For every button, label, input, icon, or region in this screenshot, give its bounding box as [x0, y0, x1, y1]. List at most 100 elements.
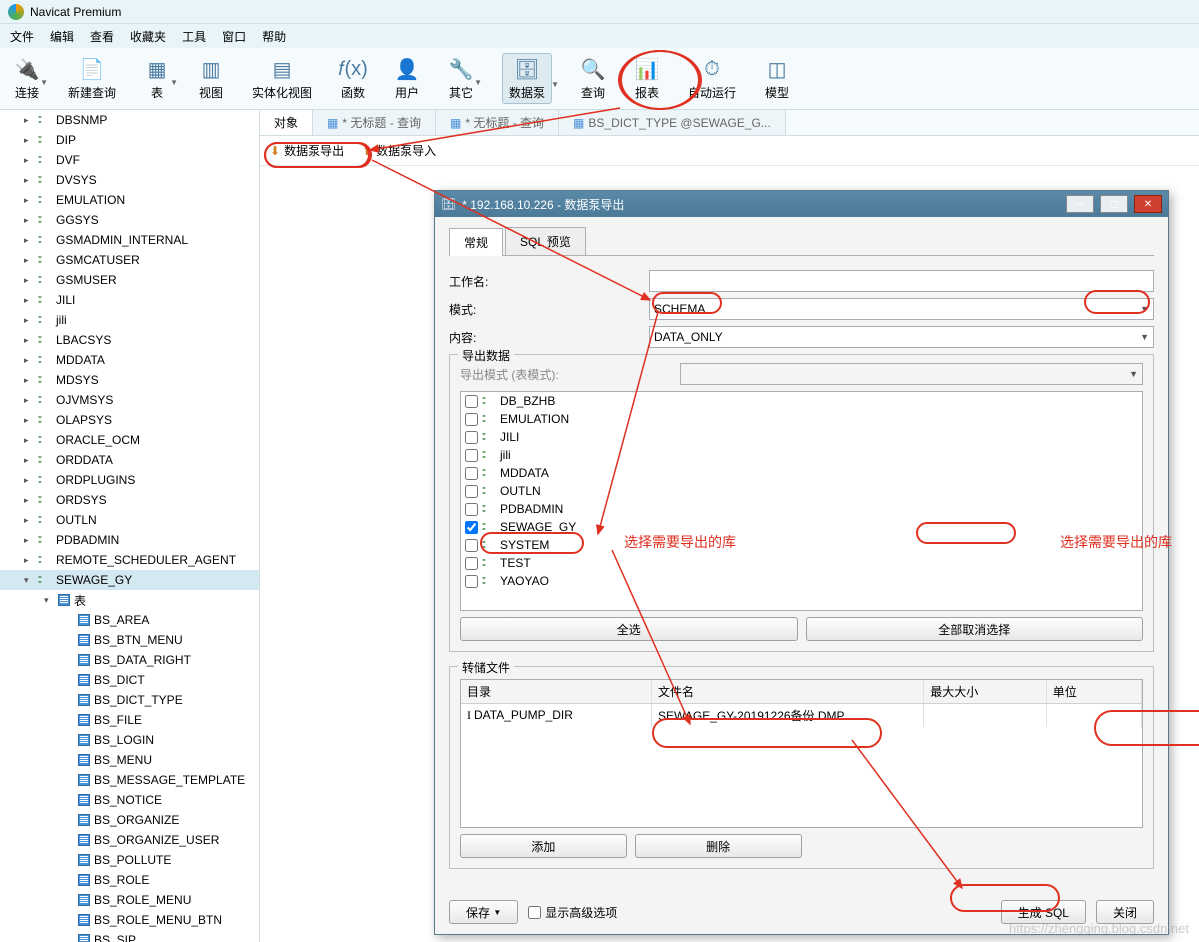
tree-table[interactable]: BS_FILE — [0, 710, 259, 730]
jobname-input[interactable] — [649, 270, 1154, 292]
schema-checkbox[interactable] — [465, 413, 478, 426]
toolbar-自动运行[interactable]: ⏱自动运行 — [688, 56, 736, 101]
tree-schema[interactable]: ▸EMULATION — [0, 190, 259, 210]
expand-icon[interactable]: ▸ — [24, 535, 34, 546]
tree-table[interactable]: BS_DATA_RIGHT — [0, 650, 259, 670]
expand-icon[interactable]: ▸ — [24, 175, 34, 186]
schema-check-row[interactable]: EMULATION — [461, 410, 1142, 428]
tree-schema[interactable]: ▸GSMCATUSER — [0, 250, 259, 270]
expand-icon[interactable]: ▸ — [24, 515, 34, 526]
col-unit[interactable]: 单位 — [1046, 680, 1141, 704]
tree-schema[interactable]: ▸OJVMSYS — [0, 390, 259, 410]
tree-table[interactable]: BS_LOGIN — [0, 730, 259, 750]
expand-icon[interactable]: ▸ — [24, 355, 34, 366]
schema-checkbox[interactable] — [465, 521, 478, 534]
schema-check-row[interactable]: PDBADMIN — [461, 500, 1142, 518]
col-file[interactable]: 文件名 — [652, 680, 924, 704]
expand-icon[interactable]: ▸ — [24, 375, 34, 386]
minimize-button[interactable]: — — [1066, 195, 1094, 213]
tree-table[interactable]: BS_ORGANIZE — [0, 810, 259, 830]
toolbar-其它[interactable]: 🔧其它▼ — [448, 56, 474, 101]
delete-button[interactable]: 删除 — [635, 834, 802, 858]
tab-general[interactable]: 常规 — [449, 228, 503, 256]
schema-checkbox[interactable] — [465, 503, 478, 516]
expand-icon[interactable]: ▸ — [24, 135, 34, 146]
tree-schema[interactable]: ▸JILI — [0, 290, 259, 310]
tree-table[interactable]: BS_ROLE — [0, 870, 259, 890]
schema-checkbox[interactable] — [465, 539, 478, 552]
toolbar-新建查询[interactable]: 📄新建查询 — [68, 56, 116, 101]
tree-schema[interactable]: ▸ORDSYS — [0, 490, 259, 510]
expand-icon[interactable]: ▸ — [24, 455, 34, 466]
expand-icon[interactable]: ▸ — [24, 435, 34, 446]
schema-checkbox[interactable] — [465, 575, 478, 588]
table-row[interactable]: I DATA_PUMP_DIR SEWAGE_GY-20191226备份.DMP — [461, 704, 1142, 728]
tree-table[interactable]: BS_POLLUTE — [0, 850, 259, 870]
dump-file-table[interactable]: 目录 文件名 最大大小 单位 I DATA_PUMP_DIR SEWAGE_GY… — [460, 679, 1143, 828]
schema-checkbox[interactable] — [465, 485, 478, 498]
schema-checkbox[interactable] — [465, 449, 478, 462]
toolbar-表[interactable]: ▦表▼ — [144, 56, 170, 101]
schema-checkbox[interactable] — [465, 467, 478, 480]
tree-table[interactable]: BS_MESSAGE_TEMPLATE — [0, 770, 259, 790]
collapse-icon[interactable]: ▾ — [44, 595, 54, 606]
expand-icon[interactable]: ▸ — [24, 555, 34, 566]
advanced-checkbox[interactable]: 显示高级选项 — [528, 904, 617, 921]
tree-schema[interactable]: ▸LBACSYS — [0, 330, 259, 350]
toolbar-函数[interactable]: 𝑓(x)函数 — [340, 56, 366, 101]
col-dir[interactable]: 目录 — [461, 680, 652, 704]
toolbar-报表[interactable]: 📊报表 — [634, 56, 660, 101]
toolbar-模型[interactable]: ◫模型 — [764, 56, 790, 101]
expand-icon[interactable]: ▸ — [24, 475, 34, 486]
schema-check-row[interactable]: TEST — [461, 554, 1142, 572]
schema-check-row[interactable]: OUTLN — [461, 482, 1142, 500]
mode-combo[interactable]: SCHEMA▼ — [649, 298, 1154, 320]
expand-icon[interactable]: ▸ — [24, 395, 34, 406]
schema-checkbox[interactable] — [465, 557, 478, 570]
expand-icon[interactable]: ▸ — [24, 495, 34, 506]
tree-schema[interactable]: ▸DVSYS — [0, 170, 259, 190]
col-maxsize[interactable]: 最大大小 — [924, 680, 1046, 704]
tree-table[interactable]: BS_SIP — [0, 930, 259, 942]
tree-table[interactable]: BS_ROLE_MENU_BTN — [0, 910, 259, 930]
schema-check-row[interactable]: YAOYAO — [461, 572, 1142, 590]
toolbar-用户[interactable]: 👤用户 — [394, 56, 420, 101]
expand-icon[interactable]: ▸ — [24, 155, 34, 166]
menu-工具[interactable]: 工具 — [182, 28, 206, 45]
toolbar-视图[interactable]: ▥视图 — [198, 56, 224, 101]
toolbar-数据泵[interactable]: 🗄数据泵▼ — [502, 53, 552, 104]
tab-sql-preview[interactable]: SQL 预览 — [505, 227, 586, 255]
save-button[interactable]: 保存 ▼ — [449, 900, 518, 924]
schema-check-row[interactable]: JILI — [461, 428, 1142, 446]
schema-checklist[interactable]: DB_BZHBEMULATIONJILIjiliMDDATAOUTLNPDBAD… — [460, 391, 1143, 611]
tab-query-1[interactable]: ▦* 无标题 - 查询 — [313, 110, 436, 135]
menu-文件[interactable]: 文件 — [10, 28, 34, 45]
toolbar-实体化视图[interactable]: ▤实体化视图 — [252, 56, 312, 101]
tab-table-open[interactable]: ▦BS_DICT_TYPE @SEWAGE_G... — [559, 110, 786, 135]
expand-icon[interactable]: ▸ — [24, 235, 34, 246]
tree-table[interactable]: BS_ORGANIZE_USER — [0, 830, 259, 850]
datapump-import-button[interactable]: ⬆ 数据泵导入 — [362, 142, 436, 159]
expand-icon[interactable]: ▸ — [24, 415, 34, 426]
menu-收藏夹[interactable]: 收藏夹 — [130, 28, 166, 45]
tree-table[interactable]: BS_NOTICE — [0, 790, 259, 810]
tree-schema[interactable]: ▸PDBADMIN — [0, 530, 259, 550]
tab-query-2[interactable]: ▦* 无标题 - 查询 — [436, 110, 559, 135]
expand-icon[interactable]: ▸ — [24, 255, 34, 266]
expand-icon[interactable]: ▸ — [24, 315, 34, 326]
deselect-all-button[interactable]: 全部取消选择 — [806, 617, 1144, 641]
menu-查看[interactable]: 查看 — [90, 28, 114, 45]
tree-schema[interactable]: ▸MDDATA — [0, 350, 259, 370]
expand-icon[interactable]: ▸ — [24, 115, 34, 126]
menu-编辑[interactable]: 编辑 — [50, 28, 74, 45]
tree-table[interactable]: BS_ROLE_MENU — [0, 890, 259, 910]
connection-tree[interactable]: ▸DBSNMP▸DIP▸DVF▸DVSYS▸EMULATION▸GGSYS▸GS… — [0, 110, 260, 942]
tree-table[interactable]: BS_DICT — [0, 670, 259, 690]
tree-schema[interactable]: ▸DBSNMP — [0, 110, 259, 130]
tree-table[interactable]: BS_AREA — [0, 610, 259, 630]
tree-schema[interactable]: ▸DIP — [0, 130, 259, 150]
tree-schema[interactable]: ▸REMOTE_SCHEDULER_AGENT — [0, 550, 259, 570]
expand-icon[interactable]: ▸ — [24, 295, 34, 306]
datapump-export-button[interactable]: ⬇ 数据泵导出 — [270, 142, 344, 159]
menu-帮助[interactable]: 帮助 — [262, 28, 286, 45]
